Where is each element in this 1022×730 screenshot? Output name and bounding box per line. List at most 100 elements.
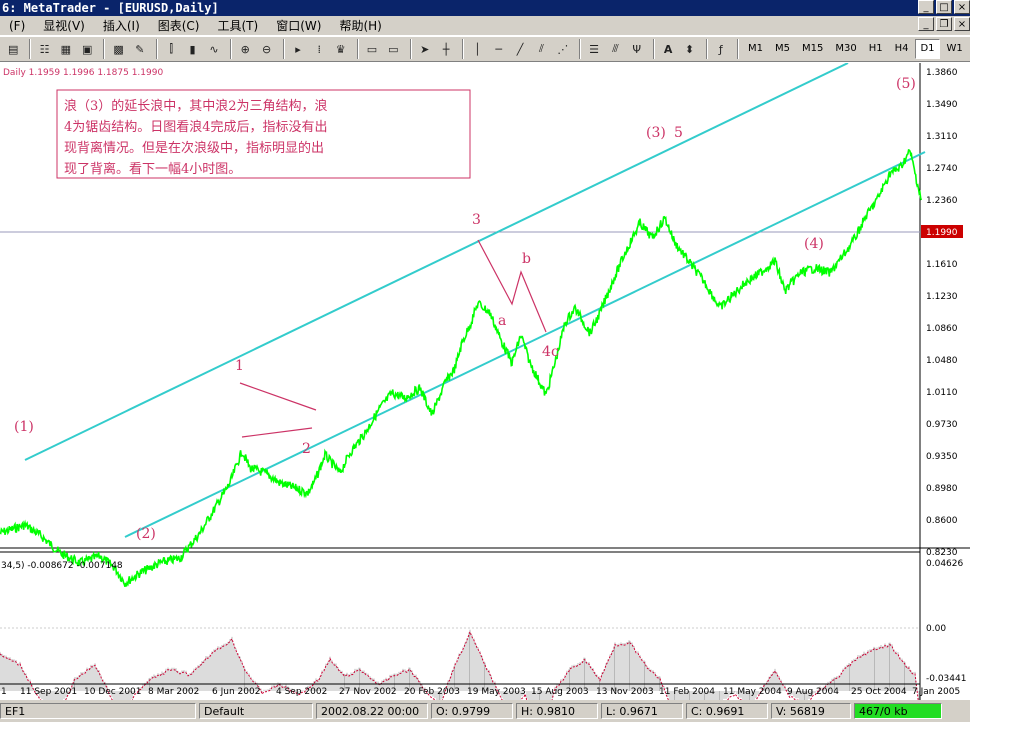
wave-label-3-major: (3) [646,125,666,141]
price-tick: 1.1230 [926,292,958,302]
date-tick: 11 May 2004 [723,687,782,697]
date-tick: 15 Aug 2003 [531,687,589,697]
indicator-tick: 0.00 [926,624,946,634]
child-window-controls: _ ❐ × [918,17,970,31]
timeframe-d1[interactable]: D1 [915,39,940,59]
price-tick: 0.8980 [926,484,958,494]
date-tick: 7 Jan 2005 [912,687,960,697]
fibonacci-icon[interactable]: ☰ [585,39,603,59]
timeframe-h4[interactable]: H4 [890,39,914,59]
toolbar-separator [356,39,359,59]
wave-label-4-major: (4) [804,236,824,252]
maximize-button[interactable]: □ [936,0,952,14]
menu-tools[interactable]: 工具(T) [209,17,268,34]
status-datetime: 2002.08.22 00:00 [316,703,428,719]
date-tick: 4 Sep 2002 [276,687,327,697]
price-tick: 0.9730 [926,420,958,430]
wave-label-5-major: (5) [896,76,916,92]
timeframe-h1[interactable]: H1 [864,39,888,59]
trend-line-icon[interactable]: ╱ [511,39,529,59]
timeframe-m30[interactable]: M30 [830,39,861,59]
gann-fan-icon[interactable]: ⋰ [554,39,572,59]
wave-label-3-minor: 3 [472,212,481,228]
price-tick: 1.2740 [926,164,958,174]
chart-window[interactable]: 1.1990 Daily 1.1959 1.1996 1.1875 1.1990… [0,63,970,700]
wave-label-c: c [551,344,559,360]
menu-help[interactable]: 帮助(H) [330,17,390,34]
toolbar-separator [705,39,708,59]
status-template[interactable]: Default [199,703,313,719]
child-close-button[interactable]: × [954,17,970,31]
date-tick: 20 Feb 2003 [404,687,460,697]
horizontal-line-icon[interactable]: ─ [490,39,508,59]
status-open: O: 0.9799 [431,703,513,719]
toolbar-separator [282,39,285,59]
arrows-icon[interactable]: ⬍ [680,39,698,59]
expert-icon[interactable]: ✎ [131,39,149,59]
print-icon[interactable]: ▤ [4,39,22,59]
text-icon[interactable]: A [659,39,677,59]
wave-label-2-major: (2) [136,526,156,542]
price-tick: 1.2360 [926,196,958,206]
pitchfork-icon[interactable]: Ψ [628,39,646,59]
annotation-line-1: 浪（3）的延长浪中，其中浪2为三角结构，浪 [64,98,328,114]
templates-icon[interactable]: ▭ [363,39,381,59]
line-chart-icon[interactable]: ∿ [205,39,223,59]
market-watch-icon[interactable]: ☷ [35,39,53,59]
bar-chart-icon[interactable]: ⫿ [162,39,180,59]
toolbar-separator [29,39,32,59]
fib-fan-icon[interactable]: ⫻ [606,39,624,59]
menu-bar: (F) 显视(V) 插入(I) 图表(C) 工具(T) 窗口(W) 帮助(H) [0,16,970,35]
chart-shift-icon[interactable]: ▸ [289,39,307,59]
channel-icon[interactable]: ⫽ [532,39,550,59]
crosshair-icon[interactable]: ┼ [437,39,455,59]
date-tick: 6 Jun 2002 [212,687,260,697]
toolbar-separator [652,39,655,59]
period-icon[interactable]: ƒ [712,39,730,59]
zoom-in-icon[interactable]: ⊕ [236,39,254,59]
menu-charts[interactable]: 图表(C) [149,17,209,34]
toolbar-separator [462,39,465,59]
navigator-icon[interactable]: ▣ [78,39,96,59]
menu-insert[interactable]: 插入(I) [94,17,149,34]
data-window-icon[interactable]: ▦ [57,39,75,59]
indicators-icon[interactable]: ♛ [331,39,349,59]
chart-canvas[interactable]: 1.1990 Daily 1.1959 1.1996 1.1875 1.1990… [0,63,970,700]
annotation-line-3: 现背离情况。但是在次浪级中，指标明显的出 [64,140,324,156]
timeframe-w1[interactable]: W1 [942,39,968,59]
autoscroll-icon[interactable]: ⁞ [310,39,328,59]
date-tick: 19 May 2003 [467,687,526,697]
menu-window[interactable]: 窗口(W) [267,17,330,34]
status-volume: V: 56819 [771,703,851,719]
wave-label-2-minor: 2 [302,441,311,457]
toolbar: ▤ ☷ ▦ ▣ ▩ ✎ ⫿ ▮ ∿ ⊕ ⊖ ▸ ⁞ ♛ ▭ ▭ ➤ ┼ │ ─ … [0,36,970,62]
child-restore-button[interactable]: ❐ [936,17,952,31]
candle-chart-icon[interactable]: ▮ [183,39,201,59]
minimize-button[interactable]: _ [918,0,934,14]
timeframe-m1[interactable]: M1 [743,39,768,59]
zoom-out-icon[interactable]: ⊖ [257,39,275,59]
vertical-line-icon[interactable]: │ [468,39,486,59]
price-tick: 1.3490 [926,100,958,110]
timeframe-m15[interactable]: M15 [797,39,828,59]
status-traffic: 467/0 kb [854,703,942,719]
new-order-icon[interactable]: ▩ [109,39,127,59]
current-price-label: 1.1990 [926,228,958,238]
child-minimize-button[interactable]: _ [918,17,934,31]
toolbar-separator [230,39,233,59]
toolbar-separator [736,39,739,59]
toolbar-separator [409,39,412,59]
menu-view[interactable]: 显视(V) [34,17,94,34]
annotation-line-2: 4为锯齿结构。日图看浪4完成后，指标没有出 [64,119,328,135]
background-region-bottom [0,722,970,730]
price-tick: 0.8600 [926,516,958,526]
profiles-icon[interactable]: ▭ [384,39,402,59]
date-tick: 10 Dec 2001 [84,687,142,697]
cursor-icon[interactable]: ➤ [416,39,434,59]
menu-file[interactable]: (F) [0,19,34,33]
timeframe-m5[interactable]: M5 [770,39,795,59]
annotation-line-4: 现了背离。看下一幅4小时图。 [64,161,241,177]
price-tick: 0.8230 [926,548,958,558]
close-button[interactable]: × [954,0,970,14]
wave-label-1-major: (1) [14,419,34,435]
